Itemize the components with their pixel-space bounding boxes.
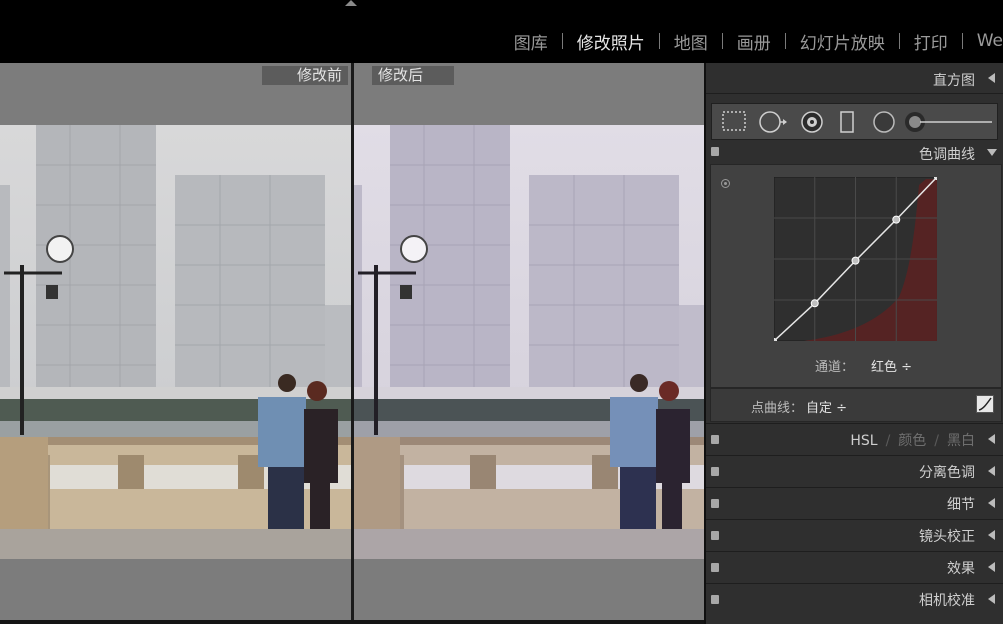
split-toning-title: 分离色调 <box>919 465 975 481</box>
module-bar: 图库 修改照片 地图 画册 幻灯片放映 打印 We <box>0 0 1003 62</box>
adjustment-brush-icon[interactable] <box>904 111 994 133</box>
point-curve-row: 点曲线： 自定 ÷ <box>710 388 1002 422</box>
before-label: 修改前 <box>262 66 348 85</box>
collapse-arrow-icon[interactable] <box>988 562 995 572</box>
curve-point[interactable] <box>892 215 901 224</box>
after-photo[interactable] <box>354 125 704 559</box>
panel-switch-icon[interactable] <box>711 595 719 604</box>
module-slideshow[interactable]: 幻灯片放映 <box>786 29 899 54</box>
before-photo[interactable] <box>0 125 351 559</box>
collapse-arrow-icon[interactable] <box>988 594 995 604</box>
expand-arrow-icon[interactable] <box>987 149 997 156</box>
red-eye-icon[interactable] <box>800 111 824 133</box>
module-web[interactable]: We <box>963 31 1003 51</box>
detail-title: 细节 <box>947 497 975 513</box>
tool-strip <box>711 103 998 140</box>
radial-filter-icon[interactable] <box>872 111 896 133</box>
before-pane[interactable]: 修改前 <box>0 63 351 620</box>
point-curve-select[interactable]: 自定 ÷ <box>806 397 847 416</box>
tab-black-white[interactable]: 黑白 <box>947 433 975 449</box>
target-adjust-icon[interactable] <box>721 179 730 188</box>
effects-title: 效果 <box>947 561 975 577</box>
panel-switch-icon[interactable] <box>711 499 719 508</box>
module-map[interactable]: 地图 <box>660 29 722 54</box>
tone-curve-graph[interactable] <box>774 177 937 341</box>
module-develop[interactable]: 修改照片 <box>563 29 659 54</box>
module-picker: 图库 修改照片 地图 画册 幻灯片放映 打印 We <box>500 28 1003 54</box>
curve-point[interactable] <box>851 256 860 265</box>
camera-calibration-title: 相机校准 <box>919 593 975 609</box>
module-library[interactable]: 图库 <box>500 29 562 54</box>
detail-header[interactable]: 细节 <box>706 487 1003 518</box>
tone-curve-title: 色调曲线 <box>919 147 975 163</box>
tab-hsl[interactable]: HSL <box>850 433 877 449</box>
panel-toggle-arrow-icon[interactable] <box>345 0 357 6</box>
panel-switch-icon[interactable] <box>711 147 719 156</box>
collapse-arrow-icon[interactable] <box>988 434 995 444</box>
channel-label: 通道： <box>815 360 855 375</box>
crop-overlay-icon[interactable] <box>722 111 746 131</box>
curve-point[interactable] <box>810 299 819 308</box>
channel-select[interactable]: 红色 ÷ <box>871 356 912 375</box>
tone-curve-panel: 通道： 红色 ÷ <box>710 164 1002 388</box>
after-pane[interactable]: 修改后 <box>354 63 704 620</box>
hsl-tabs: HSL / 颜色 / 黑白 <box>850 433 975 449</box>
module-print[interactable]: 打印 <box>900 29 962 54</box>
panel-switch-icon[interactable] <box>711 531 719 540</box>
histogram-title: 直方图 <box>933 73 975 89</box>
filmstrip-edge <box>0 620 704 624</box>
tab-color[interactable]: 颜色 <box>898 433 926 449</box>
lens-corrections-header[interactable]: 镜头校正 <box>706 519 1003 550</box>
collapse-arrow-icon[interactable] <box>988 530 995 540</box>
point-curve-label: 点曲线： <box>751 401 804 416</box>
lens-corrections-title: 镜头校正 <box>919 529 975 545</box>
tone-curve-header[interactable]: 色调曲线 <box>706 141 1003 163</box>
panel-switch-icon[interactable] <box>711 563 719 572</box>
collapse-arrow-icon[interactable] <box>988 73 995 83</box>
develop-right-panel: 直方图 色调曲线 通道： 红色 ÷ 点曲线： 自定 ÷ HSL / 颜色 / 黑… <box>706 63 1003 624</box>
effects-header[interactable]: 效果 <box>706 551 1003 582</box>
split-toning-header[interactable]: 分离色调 <box>706 455 1003 486</box>
collapse-arrow-icon[interactable] <box>988 466 995 476</box>
panel-switch-icon[interactable] <box>711 467 719 476</box>
graduated-filter-icon[interactable] <box>840 111 854 133</box>
collapse-arrow-icon[interactable] <box>988 498 995 508</box>
before-after-view: 修改前 修改后 <box>0 63 704 624</box>
camera-calibration-header[interactable]: 相机校准 <box>706 583 1003 614</box>
after-label: 修改后 <box>372 66 454 85</box>
panel-switch-icon[interactable] <box>711 435 719 444</box>
module-book[interactable]: 画册 <box>723 29 785 54</box>
edit-point-curve-icon[interactable] <box>976 395 994 413</box>
histogram-header[interactable]: 直方图 <box>706 63 1003 94</box>
spot-removal-icon[interactable] <box>758 111 788 133</box>
hsl-header[interactable]: HSL / 颜色 / 黑白 <box>706 423 1003 454</box>
